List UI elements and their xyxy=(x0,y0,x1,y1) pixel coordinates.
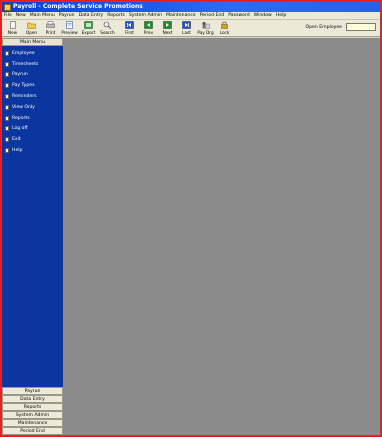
prev-button-label: Prev xyxy=(143,29,154,35)
menu-new[interactable]: New xyxy=(16,13,26,18)
search-icon xyxy=(103,21,112,29)
menu-reports[interactable]: Reports xyxy=(107,13,125,18)
lock-button-label: Lock xyxy=(219,29,230,35)
prev-button[interactable]: Prev xyxy=(140,20,157,36)
open-employee-group: Open Employee xyxy=(306,23,376,31)
app-icon xyxy=(4,3,11,11)
menu-item-icon xyxy=(5,94,9,100)
search-button[interactable]: Search xyxy=(99,21,116,36)
menu-item-icon xyxy=(5,72,9,78)
sidebar-tab-period-end[interactable]: Period End xyxy=(2,427,63,435)
export-button-label: Export xyxy=(81,29,96,35)
open-employee-label: Open Employee xyxy=(305,24,342,30)
sidebar: Main Menu Employee Timesheets Payrun Pay… xyxy=(2,38,63,435)
sidebar-item-label: Pay Types xyxy=(12,83,35,89)
new-button[interactable]: New xyxy=(4,20,21,36)
sidebar-item-timesheets[interactable]: Timesheets xyxy=(2,59,63,70)
sidebar-item-view-only[interactable]: View Only xyxy=(2,102,63,113)
sidebar-tab-system-admin[interactable]: System Admin xyxy=(2,411,63,419)
menu-item-icon xyxy=(5,50,9,56)
menu-password[interactable]: Password xyxy=(228,13,249,18)
sidebar-item-label: Employee xyxy=(12,50,35,56)
print-button-label: Print xyxy=(45,29,56,35)
folder-open-icon xyxy=(27,21,36,29)
new-document-icon xyxy=(8,20,17,29)
search-button-label: Search xyxy=(100,29,115,35)
sidebar-item-pay-types[interactable]: Pay Types xyxy=(2,80,63,91)
export-icon xyxy=(84,20,93,29)
sidebar-item-employee[interactable]: Employee xyxy=(2,48,63,59)
sidebar-item-label: Log off xyxy=(12,126,28,132)
sidebar-item-label: Reports xyxy=(12,115,30,121)
sidebar-item-label: Reminders xyxy=(12,94,37,100)
lock-icon xyxy=(220,21,229,29)
menu-item-icon xyxy=(5,148,9,154)
sidebar-item-help[interactable]: Help xyxy=(2,145,63,156)
sidebar-item-label: Payrun xyxy=(12,72,28,78)
last-icon xyxy=(182,20,191,29)
pay-drg-button[interactable]: Pay Drg xyxy=(197,21,214,36)
printer-icon xyxy=(46,20,55,29)
next-button-label: Next xyxy=(162,29,173,35)
sidebar-item-label: Exit xyxy=(12,137,21,143)
next-button[interactable]: Next xyxy=(159,20,176,36)
menu-item-icon xyxy=(5,104,9,110)
sidebar-header[interactable]: Main Menu xyxy=(2,38,63,46)
open-employee-input[interactable] xyxy=(346,23,376,31)
prev-icon xyxy=(144,20,153,29)
menu-window[interactable]: Window xyxy=(254,13,272,18)
mdi-workspace xyxy=(63,38,380,435)
menu-period-end[interactable]: Period End xyxy=(200,13,225,18)
preview-button-label: Preview xyxy=(61,29,78,35)
sidebar-tab-payrun[interactable]: Payrun xyxy=(2,387,63,395)
menu-item-icon xyxy=(5,83,9,89)
sidebar-tab-reports[interactable]: Reports xyxy=(2,403,63,411)
sidebar-item-label: Help xyxy=(12,148,23,154)
pay-drg-icon xyxy=(201,21,210,29)
pay-drg-button-label: Pay Drg xyxy=(197,29,214,35)
sidebar-menu-panel: Employee Timesheets Payrun Pay Types Rem… xyxy=(2,46,63,387)
toolbar: New Open Print Preview Export Search Fir… xyxy=(2,20,380,37)
export-button[interactable]: Export xyxy=(80,20,97,36)
lock-button[interactable]: Lock xyxy=(216,21,233,36)
menu-bar: File New Main Menu Payrun Data Entry Rep… xyxy=(2,12,380,20)
menu-payrun[interactable]: Payrun xyxy=(59,13,75,18)
sidebar-item-label: View Only xyxy=(12,104,35,110)
next-icon xyxy=(163,20,172,29)
menu-system-admin[interactable]: System Admin xyxy=(129,13,162,18)
new-button-label: New xyxy=(7,29,18,35)
menu-main-menu[interactable]: Main Menu xyxy=(30,13,55,18)
last-button[interactable]: Last xyxy=(178,20,195,36)
sidebar-tab-maintenance[interactable]: Maintenance xyxy=(2,419,63,427)
menu-file[interactable]: File xyxy=(4,13,12,18)
menu-item-icon xyxy=(5,137,9,143)
sidebar-item-label: Timesheets xyxy=(12,61,39,67)
window-title: Payroll - Complete Service Promotions xyxy=(13,3,143,10)
menu-data-entry[interactable]: Data Entry xyxy=(79,13,104,18)
sidebar-item-log-off[interactable]: Log off xyxy=(2,124,63,135)
preview-icon xyxy=(65,20,74,29)
menu-item-icon xyxy=(5,126,9,132)
preview-button[interactable]: Preview xyxy=(61,20,78,36)
sidebar-tab-data-entry[interactable]: Data Entry xyxy=(2,395,63,403)
first-button-label: First xyxy=(125,29,134,35)
title-bar: Payroll - Complete Service Promotions xyxy=(2,2,380,12)
sidebar-item-payrun[interactable]: Payrun xyxy=(2,70,63,81)
content-area: Main Menu Employee Timesheets Payrun Pay… xyxy=(2,38,380,435)
open-button[interactable]: Open xyxy=(23,21,40,36)
menu-maintenance[interactable]: Maintenance xyxy=(166,13,196,18)
sidebar-item-reminders[interactable]: Reminders xyxy=(2,91,63,102)
first-button[interactable]: First xyxy=(121,20,138,36)
print-button[interactable]: Print xyxy=(42,20,59,36)
payroll-window: Payroll - Complete Service Promotions Fi… xyxy=(1,1,381,436)
menu-help[interactable]: Help xyxy=(276,13,286,18)
sidebar-item-reports[interactable]: Reports xyxy=(2,113,63,124)
menu-item-icon xyxy=(5,115,9,121)
open-button-label: Open xyxy=(25,29,38,35)
last-button-label: Last xyxy=(182,29,191,35)
first-icon xyxy=(125,20,134,29)
sidebar-item-exit[interactable]: Exit xyxy=(2,134,63,145)
menu-item-icon xyxy=(5,61,9,67)
